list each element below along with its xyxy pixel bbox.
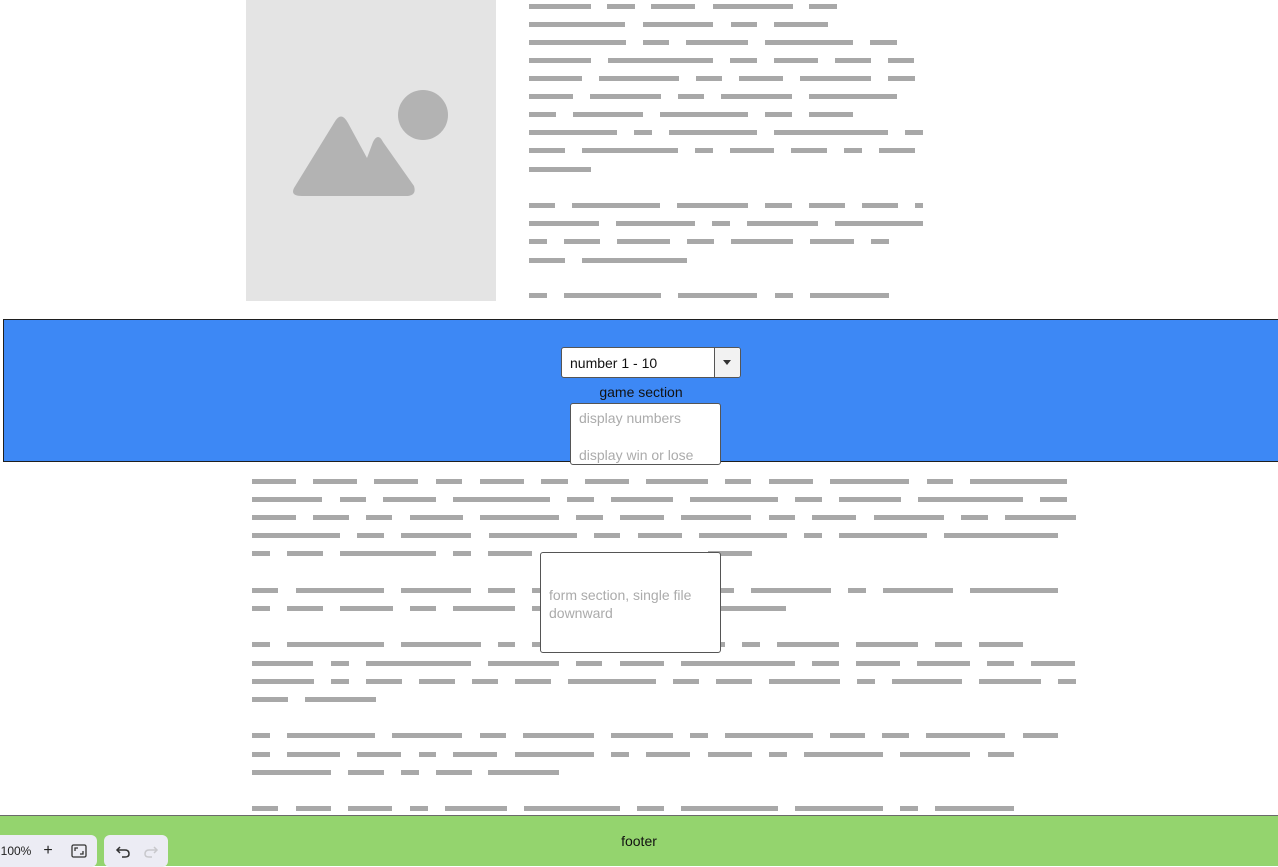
redo-button[interactable]	[138, 835, 164, 867]
game-section-label: game section	[599, 384, 683, 400]
zoom-level[interactable]: 100%	[0, 835, 34, 867]
zoom-in-button[interactable]: +	[36, 835, 60, 867]
zoom-toolbar: 100% +	[0, 835, 97, 867]
zoom-in-icon: +	[43, 842, 53, 859]
chevron-down-icon	[723, 360, 731, 365]
form-section-text: form section, single file downward	[549, 587, 692, 621]
footer: footer	[0, 815, 1278, 866]
number-range-select[interactable]: number 1 - 10	[561, 347, 741, 378]
fit-to-screen-icon	[71, 844, 87, 858]
image-placeholder	[246, 0, 496, 301]
select-value: number 1 - 10	[570, 355, 658, 371]
form-section[interactable]: form section, single file downward	[540, 552, 721, 653]
display-result-text: display win or lose	[579, 447, 694, 463]
footer-label: footer	[621, 833, 657, 849]
image-placeholder-icon	[293, 90, 448, 196]
redo-icon	[144, 846, 159, 858]
game-display-area[interactable]: display numbers display win or lose	[570, 403, 721, 465]
fit-to-screen-button[interactable]	[66, 835, 92, 867]
undo-icon	[115, 846, 130, 858]
undo-button[interactable]	[110, 835, 136, 867]
display-numbers-text: display numbers	[579, 410, 681, 426]
select-dropdown-button[interactable]	[714, 348, 740, 377]
history-toolbar	[104, 835, 168, 867]
